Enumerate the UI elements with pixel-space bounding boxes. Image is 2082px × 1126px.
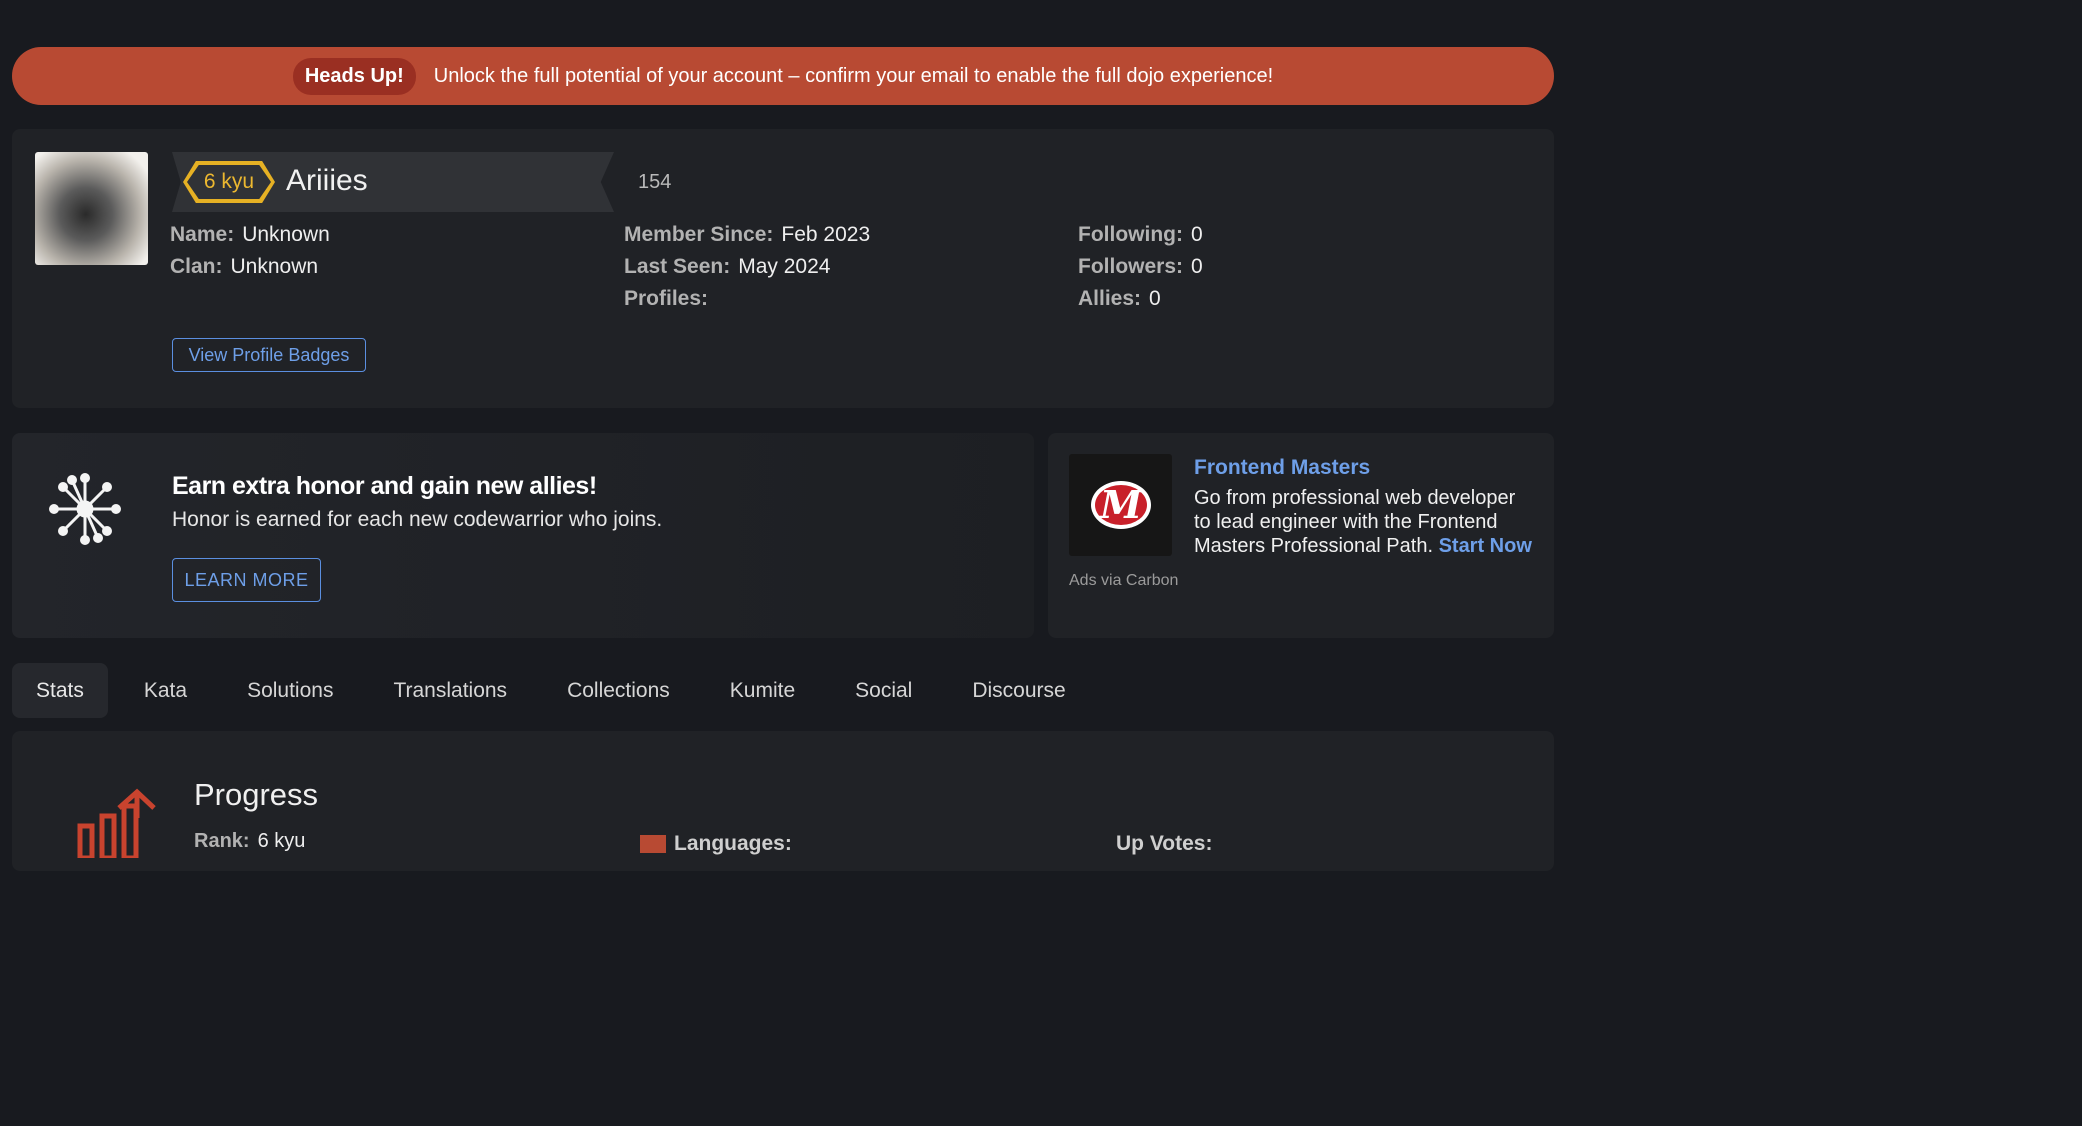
last-seen-field: Last Seen: May 2024 (624, 255, 830, 279)
languages-label: Languages: (674, 832, 792, 855)
member-since-field: Member Since: Feb 2023 (624, 223, 870, 247)
field-value: 6 kyu (257, 830, 306, 852)
rank-badge-label: 6 kyu (187, 165, 271, 199)
progress-chart-icon (77, 788, 156, 858)
progress-title: Progress (194, 777, 319, 812)
language-color-swatch (640, 835, 666, 853)
view-profile-badges-button[interactable]: View Profile Badges (172, 338, 366, 372)
profiles-field: Profiles: (624, 287, 716, 311)
field-label: Last Seen: (624, 255, 731, 278)
banner-message: Unlock the full potential of your accoun… (433, 64, 1274, 87)
upvotes-label: Up Votes: (1116, 832, 1213, 855)
learn-more-button[interactable]: LEARN MORE (172, 558, 321, 602)
tab-social[interactable]: Social (831, 663, 936, 718)
clan-field: Clan: Unknown (170, 255, 318, 279)
tab-kumite[interactable]: Kumite (706, 663, 819, 718)
field-label: Followers: (1078, 255, 1184, 278)
ad-title-link[interactable]: Frontend Masters (1194, 456, 1370, 480)
field-value: Unknown (230, 255, 319, 278)
tab-stats[interactable]: Stats (12, 663, 108, 718)
field-value: Unknown (242, 223, 330, 246)
name-field: Name: Unknown (170, 223, 330, 247)
field-value: May 2024 (738, 255, 831, 278)
languages-field: Languages: (640, 832, 792, 856)
allies-field[interactable]: Allies: 0 (1078, 287, 1161, 311)
field-value: 0 (1190, 223, 1203, 246)
frontend-masters-m-icon: M (1090, 481, 1151, 529)
field-label: Following: (1078, 223, 1183, 246)
tab-collections[interactable]: Collections (543, 663, 694, 718)
tab-solutions[interactable]: Solutions (223, 663, 357, 718)
frontend-masters-logo[interactable]: M (1069, 454, 1172, 556)
email-confirm-banner: Heads Up! Unlock the full potential of y… (12, 47, 1554, 105)
ad-description: Go from professional web developer to le… (1194, 486, 1534, 558)
tab-translations[interactable]: Translations (369, 663, 531, 718)
progress-rank-field: Rank: 6 kyu (194, 830, 305, 853)
referral-subtitle: Honor is earned for each new codewarrior… (172, 508, 663, 531)
rank-badge: 6 kyu (183, 161, 275, 203)
tab-discourse[interactable]: Discourse (948, 663, 1089, 718)
field-label: Rank: (194, 830, 250, 852)
ads-via-carbon-link[interactable]: Ads via Carbon (1069, 572, 1178, 590)
network-icon (49, 473, 121, 545)
avatar[interactable] (35, 152, 148, 265)
field-value: Feb 2023 (781, 223, 871, 246)
field-label: Name: (170, 223, 235, 246)
tab-kata[interactable]: Kata (120, 663, 211, 718)
followers-field[interactable]: Followers: 0 (1078, 255, 1203, 279)
referral-panel (12, 433, 1034, 638)
referral-title: Earn extra honor and gain new allies! (172, 472, 597, 500)
ad-start-now-link[interactable]: Start Now (1439, 535, 1532, 557)
field-value: 0 (1149, 287, 1161, 310)
field-label: Clan: (170, 255, 223, 278)
heads-up-pill: Heads Up! (292, 57, 416, 95)
field-label: Member Since: (624, 223, 774, 246)
username: Ariiies (286, 164, 368, 197)
field-value: 0 (1191, 255, 1203, 278)
profile-tabs: Stats Kata Solutions Translations Collec… (12, 663, 1102, 718)
following-field[interactable]: Following: 0 (1078, 223, 1203, 247)
svg-text:M: M (1097, 482, 1142, 527)
field-label: Allies: (1078, 287, 1142, 310)
honor-count: 154 (638, 171, 672, 193)
field-label: Profiles: (624, 287, 709, 310)
